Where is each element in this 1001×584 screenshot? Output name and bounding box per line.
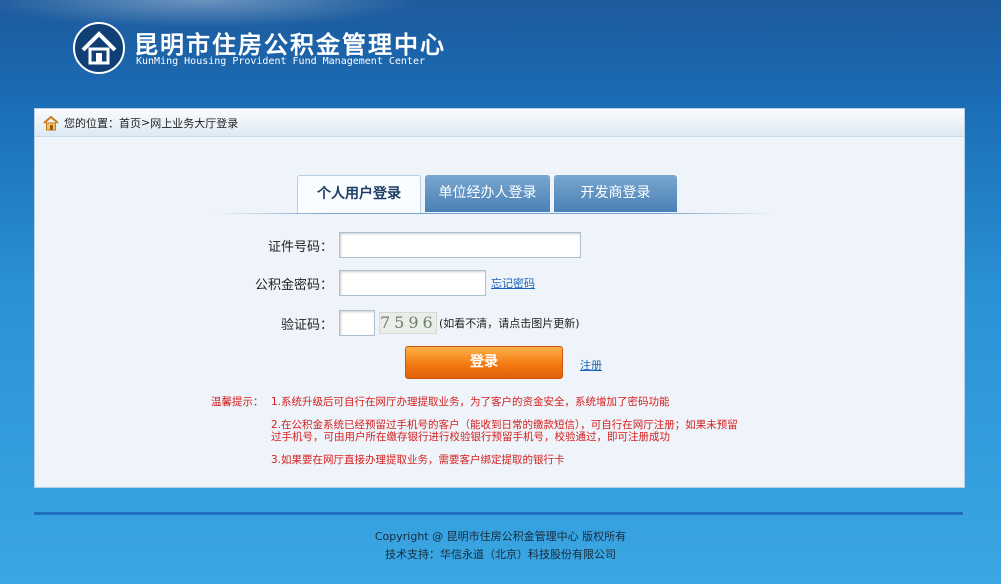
logo-icon bbox=[73, 22, 125, 74]
id-number-label: 证件号码： bbox=[267, 239, 333, 255]
login-tabs: 个人用户登录 单位经办人登录 开发商登录 bbox=[297, 175, 681, 214]
password-input[interactable] bbox=[339, 270, 486, 296]
register-link[interactable]: 注册 bbox=[580, 357, 602, 373]
id-number-input[interactable] bbox=[339, 232, 581, 258]
login-panel: 您的位置： 首页 > 网上业务大厅登录 个人用户登录 单位经办人登录 开发商登录… bbox=[34, 108, 965, 488]
home-icon bbox=[43, 115, 59, 130]
captcha-label: 验证码： bbox=[280, 317, 333, 333]
tab-developer-login[interactable]: 开发商登录 bbox=[554, 175, 677, 212]
tip-item-1: 1.系统升级后可自行在网厅办理提取业务，为了客户的资金安全，系统增加了密码功能 bbox=[271, 396, 670, 408]
login-button[interactable]: 登录 bbox=[405, 346, 563, 379]
forgot-password-link[interactable]: 忘记密码 bbox=[491, 275, 535, 291]
tab-divider bbox=[215, 213, 775, 214]
footer: Copyright @ 昆明市住房公积金管理中心 版权所有 技术支持：华信永道（… bbox=[0, 528, 1001, 564]
tip-item-2-line-1: 2.在公积金系统已经预留过手机号的客户（能收到日常的缴款短信），可自行在网厅注册… bbox=[271, 419, 738, 431]
footer-copyright: Copyright @ 昆明市住房公积金管理中心 版权所有 bbox=[374, 530, 627, 543]
breadcrumb: 您的位置： 首页 > 网上业务大厅登录 bbox=[35, 109, 964, 137]
breadcrumb-current: 网上业务大厅登录 bbox=[150, 116, 239, 130]
footer-divider bbox=[34, 512, 963, 515]
password-label: 公积金密码： bbox=[254, 277, 333, 293]
breadcrumb-prefix: 您的位置： bbox=[64, 116, 119, 130]
site-header: 昆明市住房公积金管理中心 KunMing Housing Provident F… bbox=[0, 0, 1001, 100]
captcha-hint: (如看不清，请点击图片更新) bbox=[439, 317, 580, 330]
password-row: 公积金密码： 忘记密码 bbox=[233, 270, 535, 296]
site-title: 昆明市住房公积金管理中心 bbox=[134, 30, 446, 59]
tab-unit-agent-login[interactable]: 单位经办人登录 bbox=[425, 175, 550, 212]
breadcrumb-separator: > bbox=[141, 116, 151, 129]
captcha-row: 验证码： 7596 (如看不清，请点击图片更新) bbox=[233, 310, 580, 336]
tips-prefix: 温馨提示： bbox=[211, 396, 264, 408]
site-subtitle: KunMing Housing Provident Fund Managemen… bbox=[136, 56, 425, 67]
captcha-input[interactable] bbox=[339, 310, 375, 336]
tip-item-3: 3.如果要在网厅直接办理提取业务，需要客户绑定提取的银行卡 bbox=[271, 454, 565, 466]
tab-personal-login[interactable]: 个人用户登录 bbox=[297, 175, 421, 214]
tip-item-2-line-2: 过手机号，可由用户所在缴存银行进行校验银行预留手机号，校验通过，即可注册成功 bbox=[271, 431, 670, 443]
breadcrumb-home-link[interactable]: 首页 bbox=[119, 115, 141, 131]
footer-support: 技术支持：华信永道（北京）科技股份有限公司 bbox=[385, 548, 616, 561]
captcha-image[interactable]: 7596 bbox=[379, 312, 437, 334]
id-number-row: 证件号码： bbox=[233, 232, 581, 258]
